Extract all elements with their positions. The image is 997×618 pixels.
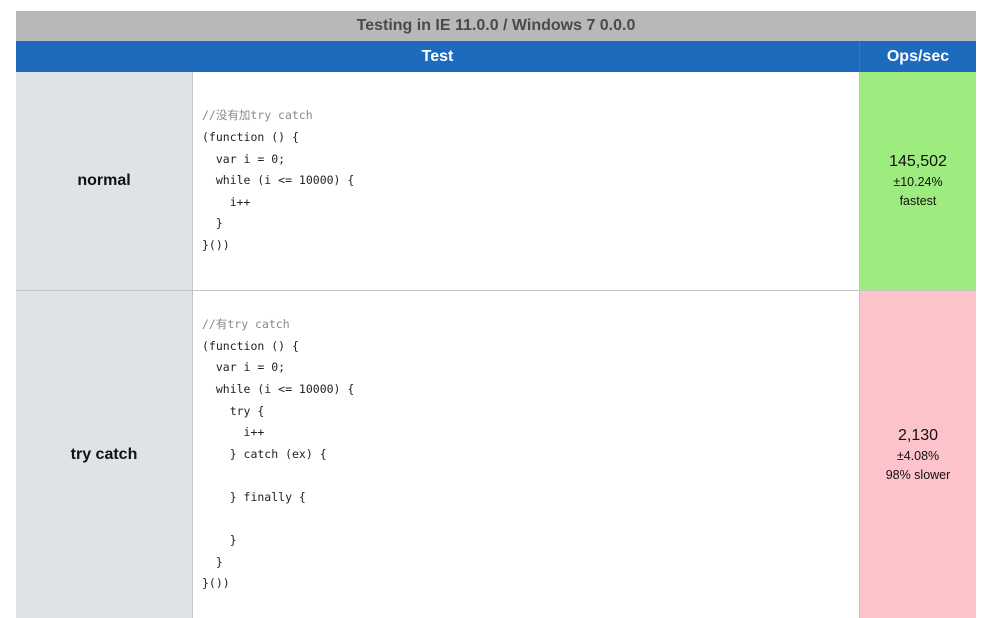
code-line: }()): [202, 237, 230, 252]
code-line: }: [202, 533, 237, 548]
code-line: i++: [202, 194, 251, 209]
code-line: while (i <= 10000) {: [202, 173, 355, 188]
ops-error-margin: ±10.24%: [893, 175, 943, 189]
ops-result-fastest: 145,502 ±10.24% fastest: [859, 72, 976, 290]
code-line: //有try catch: [202, 317, 290, 332]
code-line: var i = 0;: [202, 360, 286, 375]
table-header: Test Ops/sec: [16, 41, 976, 72]
code-block: //有try catch (function () { var i = 0; w…: [202, 314, 354, 595]
page-title: Testing in IE 11.0.0 / Windows 7 0.0.0: [16, 11, 976, 41]
code-line: i++: [202, 425, 265, 440]
code-line: //没有加try catch: [202, 108, 313, 123]
benchmark-results: Testing in IE 11.0.0 / Windows 7 0.0.0 T…: [16, 11, 976, 618]
ops-value: 145,502: [889, 153, 947, 170]
code-line: while (i <= 10000) {: [202, 381, 355, 396]
code-line: (function () {: [202, 338, 299, 353]
code-line: } finally {: [202, 489, 306, 504]
code-line: var i = 0;: [202, 151, 286, 166]
code-line: }: [202, 216, 223, 231]
table-row: normal //没有加try catch (function () { var…: [16, 72, 976, 291]
ops-result-slower: 2,130 ±4.08% 98% slower: [859, 291, 976, 618]
ops-rank: fastest: [899, 194, 937, 208]
column-header-test: Test: [421, 48, 454, 65]
code-block: //没有加try catch (function () { var i = 0;…: [202, 105, 354, 256]
column-header-ops: Ops/sec: [859, 41, 976, 72]
ops-rank: 98% slower: [885, 467, 951, 482]
code-line: }: [202, 554, 223, 569]
test-code: //没有加try catch (function () { var i = 0;…: [193, 72, 859, 290]
table-row: try catch //有try catch (function () { va…: [16, 291, 976, 618]
code-line: try {: [202, 403, 265, 418]
code-line: }()): [202, 576, 230, 591]
test-name: try catch: [16, 291, 193, 618]
code-line: } catch (ex) {: [202, 446, 327, 461]
test-code: //有try catch (function () { var i = 0; w…: [193, 291, 859, 618]
code-line: (function () {: [202, 130, 299, 145]
test-name: normal: [16, 72, 193, 290]
ops-error-margin: ±4.08%: [896, 448, 940, 463]
ops-value: 2,130: [897, 426, 939, 444]
